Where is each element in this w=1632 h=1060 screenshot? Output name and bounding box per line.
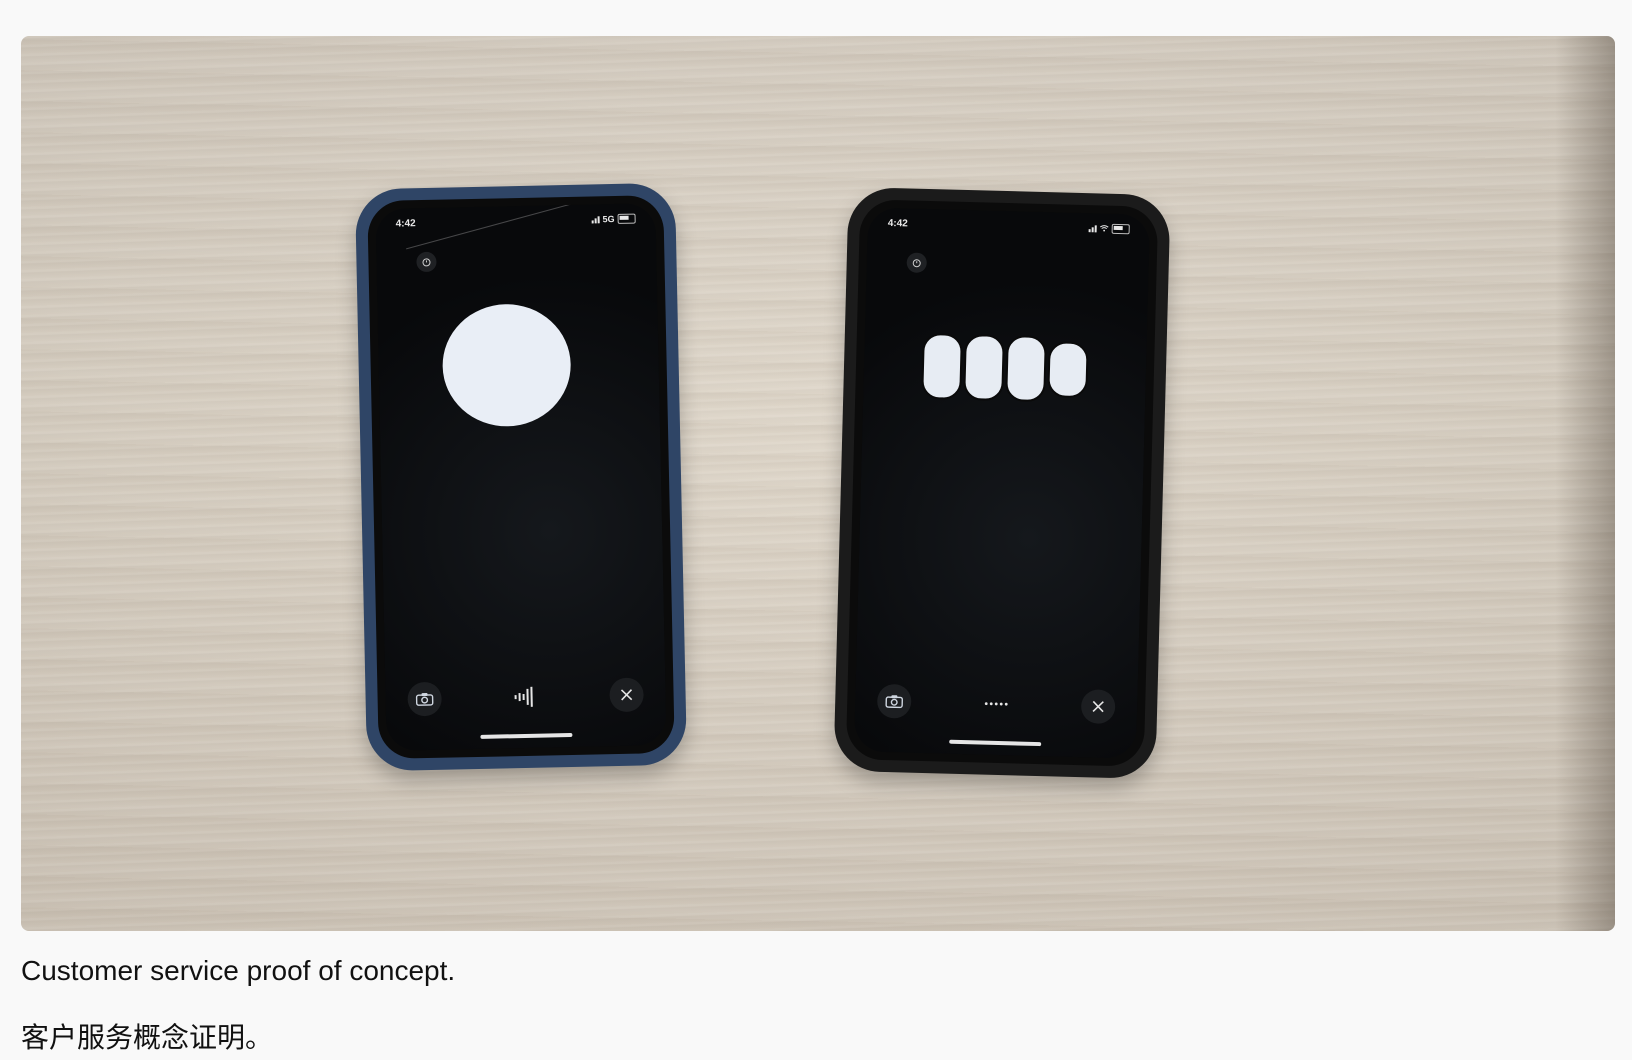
left-status-bar: 5G [591,213,636,225]
photo-vignette [21,36,1615,931]
speaking-bar [1047,341,1089,399]
battery-icon [617,213,636,224]
timer-icon[interactable] [906,252,927,273]
voice-button[interactable] [508,680,543,715]
camera-icon [885,695,904,709]
camera-button[interactable] [407,681,442,717]
speaking-bar [921,332,963,400]
wifi-icon [1099,223,1109,233]
left-phone-screen: 4:42 5G [375,203,667,751]
home-indicator [949,739,1042,747]
close-icon [1092,700,1104,713]
demo-photo: 4:42 5G 4:42 [21,36,1615,931]
signal-icon [591,215,600,223]
signal-icon [1088,224,1097,232]
left-phone-bezel: 4:42 5G [367,194,675,760]
right-phone-bezel: 4:42 [845,199,1159,767]
right-phone-screen: 4:42 [853,207,1151,759]
listening-indicator [441,302,572,428]
camera-icon [415,693,434,706]
battery-icon [1111,223,1130,235]
network-label: 5G [602,213,615,225]
speaking-bar [963,333,1005,402]
waveform-icon [514,686,533,707]
photo-edge-shadow [1555,36,1615,931]
left-status-time: 4:42 [395,218,416,230]
speaking-indicator [921,332,1089,403]
camera-button[interactable] [876,683,912,719]
screen-glare [406,203,619,250]
right-phone: 4:42 [833,186,1171,780]
caption-chinese: 客户服务概念证明。 [21,1021,274,1054]
right-status-time: 4:42 [887,217,908,230]
close-button[interactable] [1080,689,1116,725]
caption-english: Customer service proof of concept. [21,955,456,986]
home-indicator [480,732,573,739]
speaking-bar [1005,335,1047,403]
voice-button[interactable] [979,686,1014,721]
left-phone: 4:42 5G [354,182,688,772]
close-icon [620,689,633,701]
close-button[interactable] [609,677,644,713]
timer-icon[interactable] [416,251,437,273]
dots-icon [984,702,1008,706]
right-status-bar [1088,223,1130,235]
